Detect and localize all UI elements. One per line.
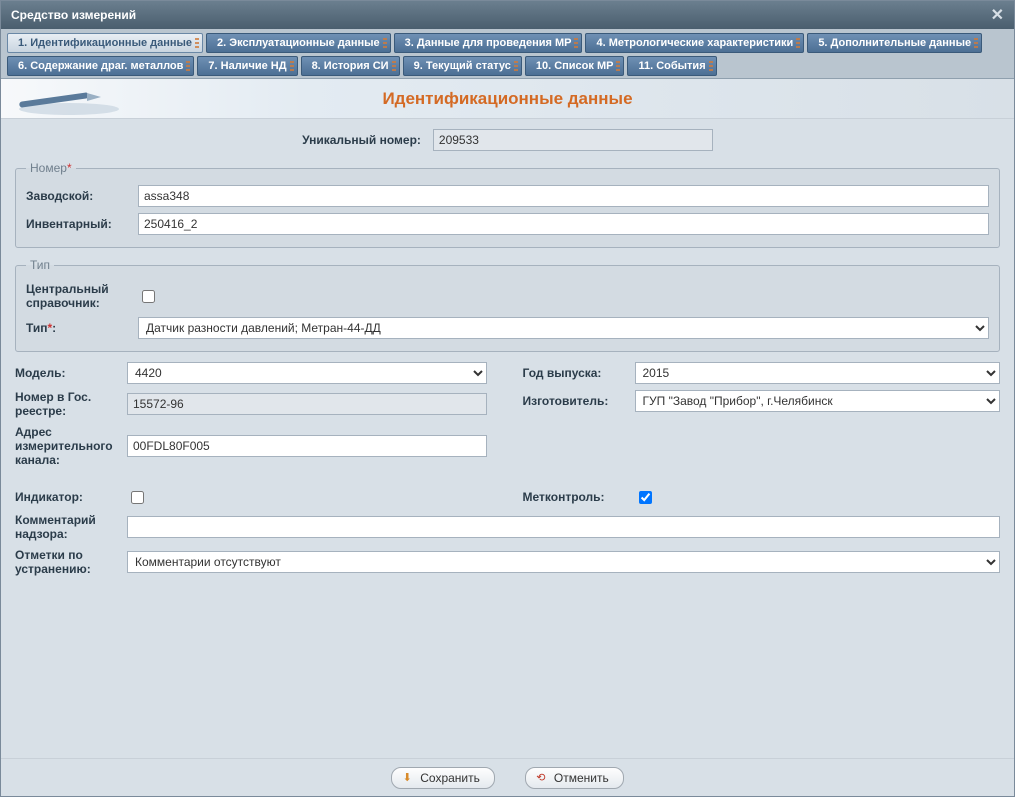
remarks-select[interactable]: Комментарии отсутствуют [127,551,1000,573]
label-inventory: Инвентарный: [26,217,126,231]
label-manufacturer: Изготовитель: [523,394,623,408]
tab-11-events[interactable]: 11. События [627,56,716,76]
tab-8-history[interactable]: 8. История СИ [301,56,400,76]
pen-icon [9,83,119,115]
tab-1-identification[interactable]: 1. Идентификационные данные [7,33,203,53]
type-select[interactable]: Датчик разности давлений; Метран-44-ДД [138,317,989,339]
cancel-icon: ⟲ [534,771,548,785]
factory-input[interactable] [138,185,989,207]
unique-id-field: 209533 [433,129,713,151]
year-select[interactable]: 2015 [635,362,1001,384]
window-title: Средство измерений [11,8,136,22]
label-metcontrol: Метконтроль: [523,490,623,504]
label-supervision: Комментарий надзора: [15,513,115,542]
group-type: Тип Центральный справочник: Тип*: Датчик… [15,258,1000,352]
manufacturer-select[interactable]: ГУП "Завод "Прибор", г.Челябинск [635,390,1001,412]
save-icon: ⬇ [400,771,414,785]
titlebar: Средство измерений ✕ [1,1,1014,29]
label-remarks: Отметки по устранению: [15,548,115,577]
registry-field: 15572-96 [127,393,487,415]
inventory-input[interactable] [138,213,989,235]
window-root: Средство измерений ✕ 1. Идентификационны… [0,0,1015,797]
cancel-button[interactable]: ⟲ Отменить [525,767,624,789]
indicator-checkbox[interactable] [131,491,144,504]
tab-4-metrological[interactable]: 4. Метрологические характеристики [585,33,804,53]
model-select[interactable]: 4420 [127,362,487,384]
close-icon[interactable]: ✕ [991,5,1004,25]
label-year: Год выпуска: [523,366,623,380]
channel-input[interactable] [127,435,487,457]
legend-type: Тип [26,258,54,272]
save-button[interactable]: ⬇ Сохранить [391,767,495,789]
tab-7-nd[interactable]: 7. Наличие НД [197,56,297,76]
tabbar: 1. Идентификационные данные 2. Эксплуата… [1,29,1014,79]
form-content: Уникальный номер: 209533 Номер* Заводско… [1,119,1014,758]
metcontrol-checkbox[interactable] [639,491,652,504]
label-channel: Адрес измерительного канала: [15,425,115,468]
tab-6-precious-metals[interactable]: 6. Содержание драг. металлов [7,56,194,76]
footer: ⬇ Сохранить ⟲ Отменить [1,758,1014,796]
label-central-ref: Центральный справочник: [26,282,126,311]
label-model: Модель: [15,366,115,380]
tab-3-mr-data[interactable]: 3. Данные для проведения МР [394,33,583,53]
central-ref-checkbox[interactable] [142,290,155,303]
label-registry: Номер в Гос. реестре: [15,390,115,419]
group-number: Номер* Заводской: Инвентарный: [15,161,1000,248]
tab-5-additional[interactable]: 5. Дополнительные данные [807,33,982,53]
legend-number: Номер* [26,161,76,175]
tab-2-operational[interactable]: 2. Эксплуатационные данные [206,33,391,53]
supervision-input[interactable] [127,516,1000,538]
section-title: Идентификационные данные [382,89,632,109]
tab-9-status[interactable]: 9. Текущий статус [403,56,522,76]
label-indicator: Индикатор: [15,490,115,504]
label-type: Тип*: [26,321,126,335]
tab-10-mr-list[interactable]: 10. Список МР [525,56,625,76]
label-factory: Заводской: [26,189,126,203]
label-unique-id: Уникальный номер: [302,133,421,147]
banner: Идентификационные данные [1,79,1014,119]
